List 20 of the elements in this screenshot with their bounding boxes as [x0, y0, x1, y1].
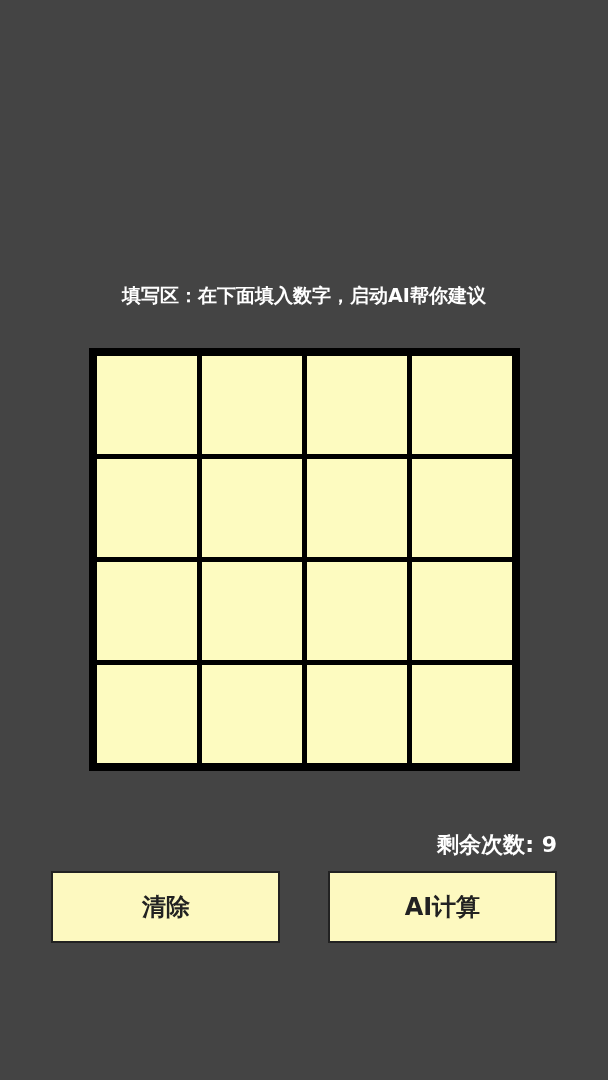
action-button[interactable]: AI计算	[328, 871, 557, 943]
number-input-cell[interactable]	[306, 665, 407, 763]
number-input-cell[interactable]	[96, 665, 197, 763]
number-input-cell[interactable]	[306, 562, 407, 660]
action-button[interactable]: 清除	[51, 871, 280, 943]
number-input-cell[interactable]	[306, 459, 407, 557]
number-input-cell[interactable]	[306, 356, 407, 454]
number-input-cell[interactable]	[96, 356, 197, 454]
instruction-text: 填写区：在下面填入数字，启动AI帮你建议	[122, 283, 486, 308]
number-input-cell[interactable]	[201, 356, 302, 454]
number-input-cell[interactable]	[411, 356, 512, 454]
number-input-cell[interactable]	[201, 665, 302, 763]
remaining-count-text: 剩余次数: 9	[437, 831, 557, 859]
number-input-cell[interactable]	[201, 562, 302, 660]
number-input-cell[interactable]	[96, 562, 197, 660]
number-input-cell[interactable]	[201, 459, 302, 557]
number-input-cell[interactable]	[96, 459, 197, 557]
number-input-cell[interactable]	[411, 665, 512, 763]
number-input-cell[interactable]	[411, 562, 512, 660]
number-input-cell[interactable]	[411, 459, 512, 557]
